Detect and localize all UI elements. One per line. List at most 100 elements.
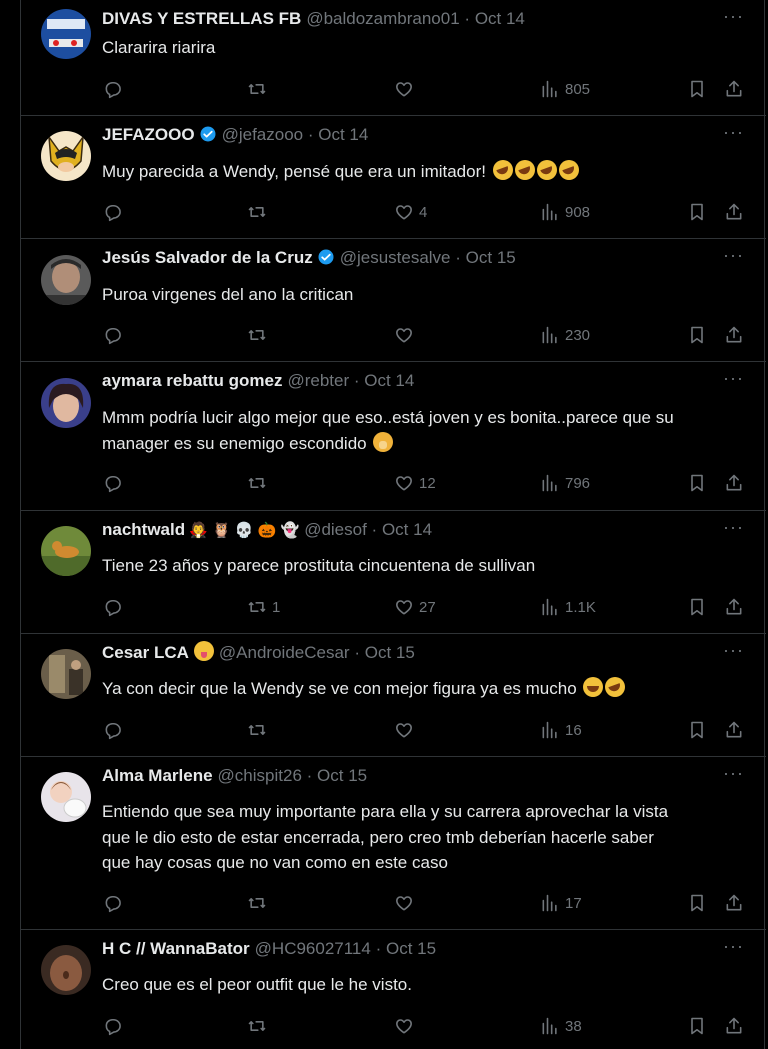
avatar[interactable] xyxy=(41,772,91,822)
more-options-icon[interactable]: ··· xyxy=(723,4,744,28)
bookmark-button[interactable] xyxy=(687,595,707,619)
more-options-icon[interactable]: ··· xyxy=(723,934,744,958)
bookmark-button[interactable] xyxy=(687,77,707,101)
tweet-actions: 1 27 1.1K xyxy=(21,595,766,619)
share-button[interactable] xyxy=(724,200,744,224)
views-button[interactable]: 38 xyxy=(540,1014,582,1038)
retweet-icon xyxy=(248,725,266,735)
share-button[interactable] xyxy=(724,77,744,101)
retweet-button[interactable] xyxy=(247,77,272,101)
like-button[interactable]: 27 xyxy=(394,595,436,619)
more-options-icon[interactable]: ··· xyxy=(723,761,744,785)
tweet[interactable]: DIVAS Y ESTRELLAS FB @baldozambrano01 · O… xyxy=(21,0,766,116)
retweet-button[interactable] xyxy=(247,891,272,915)
reply-button[interactable] xyxy=(103,718,128,742)
share-button[interactable] xyxy=(724,1014,744,1038)
user-handle[interactable]: @chispit26 · Oct 15 xyxy=(218,766,368,785)
share-button[interactable] xyxy=(724,718,744,742)
retweet-button[interactable] xyxy=(247,1014,272,1038)
retweet-button[interactable] xyxy=(247,471,272,495)
display-name[interactable]: aymara rebattu gomez xyxy=(102,371,282,390)
retweet-button[interactable] xyxy=(247,200,272,224)
avatar[interactable] xyxy=(41,526,91,576)
display-name[interactable]: JEFAZOOO xyxy=(102,125,195,144)
display-name[interactable]: DIVAS Y ESTRELLAS FB xyxy=(102,9,301,28)
tweet-text: Tiene 23 años y parece prostituta cincue… xyxy=(102,556,536,575)
bookmark-icon xyxy=(691,1017,703,1035)
reply-button[interactable] xyxy=(103,891,128,915)
like-button[interactable] xyxy=(394,718,419,742)
display-name[interactable]: Cesar LCA xyxy=(102,643,189,662)
share-button[interactable] xyxy=(724,891,744,915)
more-options-icon[interactable]: ··· xyxy=(723,120,744,144)
avatar[interactable] xyxy=(41,649,91,699)
tweet[interactable]: JEFAZOOO @jefazooo · Oct 14 ··· Muy parec… xyxy=(21,116,766,239)
tweet-text: Muy parecida a Wendy, pensé que era un i… xyxy=(102,159,746,185)
user-handle[interactable]: @jefazooo · Oct 14 xyxy=(222,125,369,144)
reply-button[interactable] xyxy=(103,471,128,495)
retweet-button[interactable] xyxy=(247,718,272,742)
avatar[interactable] xyxy=(41,945,91,995)
reply-button[interactable] xyxy=(103,323,128,347)
display-name[interactable]: Alma Marlene xyxy=(102,766,213,785)
like-button[interactable] xyxy=(394,1014,419,1038)
display-name[interactable]: H C // WannaBator xyxy=(102,939,250,958)
user-handle[interactable]: @rebter · Oct 14 xyxy=(287,371,414,390)
views-button[interactable]: 805 xyxy=(540,77,590,101)
like-button[interactable] xyxy=(394,77,419,101)
display-name[interactable]: nachtwald xyxy=(102,520,185,539)
tweet[interactable]: H C // WannaBator @HC96027114 · Oct 15 ··… xyxy=(21,930,766,1049)
share-button[interactable] xyxy=(724,595,744,619)
verified-badge-icon xyxy=(318,249,334,265)
reply-button[interactable] xyxy=(103,1014,128,1038)
retweet-button[interactable] xyxy=(247,323,272,347)
user-handle[interactable]: @diesof · Oct 14 xyxy=(304,520,432,539)
reply-button[interactable] xyxy=(103,200,128,224)
like-button[interactable] xyxy=(394,323,419,347)
more-options-icon[interactable]: ··· xyxy=(723,366,744,390)
reply-button[interactable] xyxy=(103,77,128,101)
tweet-actions: 16 xyxy=(21,718,766,742)
more-options-icon[interactable]: ··· xyxy=(723,243,744,267)
tweet-text: Creo que es el peor outfit que le he vis… xyxy=(102,975,412,994)
views-button[interactable]: 908 xyxy=(540,200,590,224)
heart-icon xyxy=(396,205,412,220)
bookmark-button[interactable] xyxy=(687,718,707,742)
share-button[interactable] xyxy=(724,471,744,495)
bookmark-button[interactable] xyxy=(687,891,707,915)
avatar[interactable] xyxy=(41,131,91,181)
display-name[interactable]: Jesús Salvador de la Cruz xyxy=(102,248,313,267)
like-button[interactable]: 4 xyxy=(394,200,427,224)
user-handle[interactable]: @jesustesalve · Oct 15 xyxy=(340,248,516,267)
bookmark-button[interactable] xyxy=(687,200,707,224)
reply-button[interactable] xyxy=(103,595,128,619)
like-button[interactable]: 12 xyxy=(394,471,436,495)
views-button[interactable]: 16 xyxy=(540,718,582,742)
bookmark-button[interactable] xyxy=(687,471,707,495)
user-handle[interactable]: @HC96027114 · Oct 15 xyxy=(255,939,436,958)
avatar[interactable] xyxy=(41,9,91,59)
tweet[interactable]: aymara rebattu gomez @rebter · Oct 14 ···… xyxy=(21,362,766,511)
avatar[interactable] xyxy=(41,378,91,428)
more-options-icon[interactable]: ··· xyxy=(723,515,744,539)
retweet-button[interactable]: 1 xyxy=(247,595,280,619)
views-button[interactable]: 230 xyxy=(540,323,590,347)
tweet-actions: 805 xyxy=(21,77,766,101)
tweet[interactable]: Cesar LCA @AndroideCesar · Oct 15 ··· Ya … xyxy=(21,634,766,757)
views-button[interactable]: 1.1K xyxy=(540,595,596,619)
tweet[interactable]: Alma Marlene @chispit26 · Oct 15 ··· Enti… xyxy=(21,757,766,930)
tweet[interactable]: Jesús Salvador de la Cruz @jesustesalve ·… xyxy=(21,239,766,362)
tweet[interactable]: nachtwald 🧛 🦉 💀 🎃 👻 @diesof · Oct 14 ··· T… xyxy=(21,511,766,634)
bookmark-button[interactable] xyxy=(687,1014,707,1038)
retweet-icon xyxy=(248,1021,266,1031)
views-button[interactable]: 17 xyxy=(540,891,582,915)
views-button[interactable]: 796 xyxy=(540,471,590,495)
share-button[interactable] xyxy=(724,323,744,347)
avatar[interactable] xyxy=(41,255,91,305)
like-button[interactable] xyxy=(394,891,419,915)
more-options-icon[interactable]: ··· xyxy=(723,638,744,662)
user-handle[interactable]: @AndroideCesar · Oct 15 xyxy=(219,643,415,662)
user-handle[interactable]: @baldozambrano01 · Oct 14 xyxy=(306,9,525,28)
bookmark-button[interactable] xyxy=(687,323,707,347)
tweet-actions: 38 xyxy=(21,1014,766,1038)
